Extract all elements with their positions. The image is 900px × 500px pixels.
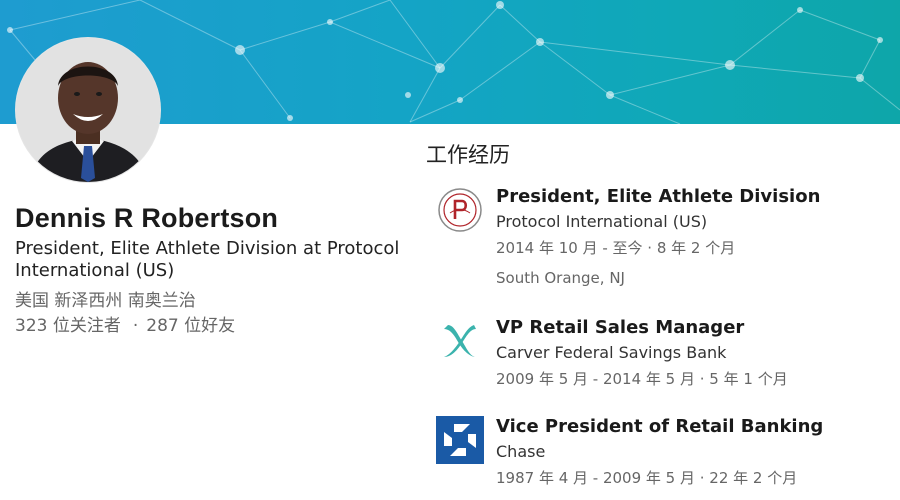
profile-location: 美国 新泽西州 南奥兰治	[15, 291, 196, 311]
experience-company[interactable]: Protocol International (US)	[496, 212, 820, 232]
profile-photo	[16, 38, 160, 182]
chase-octagon-icon[interactable]	[436, 416, 484, 464]
profile-stats: 323 位关注者 · 287 位好友	[15, 311, 235, 336]
experience-dates: 2009 年 5 月 - 2014 年 5 月 · 5 年 1 个月	[496, 370, 788, 388]
experience-dates: 1987 年 4 月 - 2009 年 5 月 · 22 年 2 个月	[496, 469, 798, 487]
protocol-seal-icon[interactable]	[436, 186, 484, 234]
avatar[interactable]	[16, 38, 160, 182]
experience-section-title: 工作经历	[426, 143, 510, 167]
experience-title[interactable]: VP Retail Sales Manager	[496, 317, 788, 339]
experience-title[interactable]: Vice President of Retail Banking	[496, 416, 823, 438]
profile-headline: President, Elite Athlete Division at Pro…	[15, 238, 400, 281]
experience-title[interactable]: President, Elite Athlete Division	[496, 186, 820, 208]
carver-x-icon[interactable]	[436, 317, 484, 365]
followers-count[interactable]: 323 位关注者	[15, 316, 121, 336]
profile-name: Dennis R Robertson	[15, 203, 279, 233]
experience-company[interactable]: Carver Federal Savings Bank	[496, 343, 788, 363]
connections-count[interactable]: 287 位好友	[146, 316, 235, 336]
experience-location: South Orange, NJ	[496, 269, 625, 287]
stats-separator: ·	[132, 316, 139, 336]
experience-company[interactable]: Chase	[496, 442, 823, 462]
experience-dates: 2014 年 10 月 - 至今 · 8 年 2 个月	[496, 239, 736, 257]
